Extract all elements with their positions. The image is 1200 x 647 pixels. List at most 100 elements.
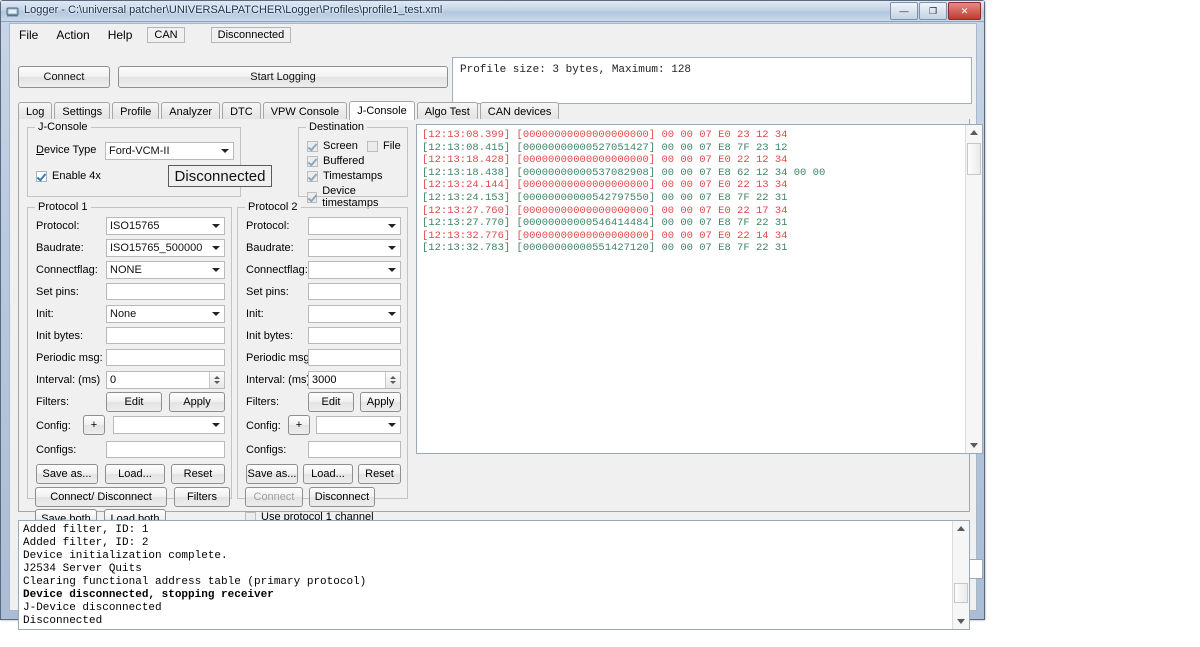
scrollbar-thumb[interactable] [967,143,981,175]
p1-connect-disconnect-button[interactable]: Connect/ Disconnect [35,487,167,507]
p2-filters-apply-button[interactable]: Apply [360,392,401,412]
p1-protocol-value: ISO15765 [110,220,160,232]
checkbox-icon [307,155,318,167]
p2-configs-input[interactable] [308,441,401,458]
tab-algo-test[interactable]: Algo Test [416,102,478,120]
scroll-down-arrow-icon[interactable] [966,438,982,453]
p2-protocol-combo[interactable] [308,217,401,235]
p2-disconnect-button[interactable]: Disconnect [309,487,375,507]
tab-vpw-console[interactable]: VPW Console [262,102,348,120]
p1-periodic-input[interactable] [106,349,225,366]
p2-reset-button[interactable]: Reset [358,464,401,484]
device-type-value: Ford-VCM-II [109,145,170,157]
p1-load-button[interactable]: Load... [105,464,165,484]
p2-baudrate-label: Baudrate: [246,242,294,254]
menu-item-file[interactable]: File [10,26,47,44]
scrollbar-thumb[interactable] [954,583,968,603]
p2-config-combo[interactable] [316,416,401,434]
tab-dtc[interactable]: DTC [222,102,261,120]
protocol-2-group-label: Protocol 2 [245,201,301,213]
p1-filters-apply-button[interactable]: Apply [169,392,225,412]
p1-reset-button[interactable]: Reset [171,464,225,484]
p2-periodic-input[interactable] [308,349,401,366]
p1-filters-button[interactable]: Filters [174,487,230,507]
menu-bar: File Action Help CAN Disconnected [10,24,976,46]
console-line: [12:13:24.153] [00000000000542797550] 00… [422,191,788,204]
menu-item-help[interactable]: Help [99,26,142,44]
p1-filters-edit-button[interactable]: Edit [106,392,162,412]
p1-interval-spinner[interactable]: 0 [106,371,225,389]
j-console-output[interactable]: [12:13:08.399] [00000000000000000000] 00… [416,124,983,454]
p1-setpins-input[interactable] [106,283,225,300]
menu-item-action[interactable]: Action [47,26,98,44]
device-type-combo[interactable]: Ford-VCM-II [105,142,234,160]
console-line: [12:13:27.770] [00000000000546414484] 00… [422,217,788,230]
dest-timestamps-checkbox[interactable]: Timestamps [307,170,383,182]
application-window: Logger - C:\universal patcher\UNIVERSALP… [0,0,985,630]
tab-log[interactable]: Log [18,102,53,120]
p2-init-combo[interactable] [308,305,401,323]
p2-initbytes-input[interactable] [308,327,401,344]
j-console-group-label: J-Console [35,121,91,133]
tab-j-console[interactable]: J-Console [349,101,415,120]
protocol-indicator: CAN [147,27,185,43]
p1-init-combo[interactable]: None [106,305,225,323]
tab-profile[interactable]: Profile [112,102,160,120]
spinner-arrows-icon[interactable] [385,372,400,388]
chevron-down-icon [388,312,396,316]
status-log-box[interactable]: Added filter, ID: 1 Added filter, ID: 2 De… [18,520,970,630]
p2-save-as-button[interactable]: Save as... [246,464,298,484]
console-scrollbar[interactable] [965,125,982,453]
p2-filters-label: Filters: [246,396,279,408]
dest-file-label: File [383,140,401,152]
dest-screen-checkbox[interactable]: Screen [307,140,358,152]
toolbar: Connect Start Logging [18,66,448,88]
p2-connect-button[interactable]: Connect [245,487,303,507]
p2-load-button[interactable]: Load... [303,464,353,484]
p1-connectflag-value: NONE [110,264,142,276]
log-scrollbar[interactable] [952,521,969,629]
p2-baudrate-combo[interactable] [308,239,401,257]
p2-config-label: Config: [246,420,281,432]
tab-settings[interactable]: Settings [54,102,111,120]
enable-4x-checkbox[interactable]: Enable 4x [36,170,101,182]
p2-connectflag-combo[interactable] [308,261,401,279]
spinner-arrows-icon[interactable] [209,372,224,388]
p1-configs-input[interactable] [106,441,225,458]
p1-config-combo[interactable] [113,416,225,434]
p1-connectflag-combo[interactable]: NONE [106,261,225,279]
console-line: [12:13:08.415] [00000000000527051427] 00… [422,141,788,154]
p1-init-label: Init: [36,308,54,320]
p2-interval-spinner[interactable]: 3000 [308,371,401,389]
p1-protocol-combo[interactable]: ISO15765 [106,217,225,235]
p2-config-add-button[interactable]: + [288,415,310,435]
scroll-up-arrow-icon[interactable] [953,521,969,536]
minimize-button[interactable]: — [890,2,918,20]
tab-can-devices[interactable]: CAN devices [479,102,560,120]
console-line: [12:13:18.438] [00000000000537082908] 00… [422,166,826,179]
p1-initbytes-input[interactable] [106,327,225,344]
p2-filters-edit-button[interactable]: Edit [308,392,354,412]
scroll-up-arrow-icon[interactable] [966,125,982,140]
maximize-button[interactable]: ❐ [919,2,947,20]
connection-status-indicator: Disconnected [210,27,292,43]
p1-baudrate-combo[interactable]: ISO15765_500000 [106,239,225,257]
log-line: Added filter, ID: 1 [23,524,149,536]
dest-buffered-checkbox[interactable]: Buffered [307,155,364,167]
chevron-down-icon [221,149,229,153]
connect-button[interactable]: Connect [18,66,110,88]
p1-config-add-button[interactable]: + [83,415,105,435]
scroll-down-arrow-icon[interactable] [953,614,969,629]
log-line: Device disconnected, stopping receiver [23,589,274,601]
dest-buffered-label: Buffered [323,155,365,167]
p2-setpins-input[interactable] [308,283,401,300]
j-console-tab-page: J-Console Device Type Ford-VCM-II Enable… [18,119,983,619]
dest-file-checkbox[interactable]: File [367,140,401,152]
dest-device-timestamps-checkbox[interactable]: Device timestamps [307,185,407,209]
p1-save-as-button[interactable]: Save as... [36,464,98,484]
start-logging-button[interactable]: Start Logging [118,66,448,88]
close-button[interactable]: ✕ [948,2,981,20]
chevron-down-icon [212,423,220,427]
tab-analyzer[interactable]: Analyzer [161,102,221,120]
console-lines: [12:13:08.399] [00000000000000000000] 00… [417,125,982,255]
